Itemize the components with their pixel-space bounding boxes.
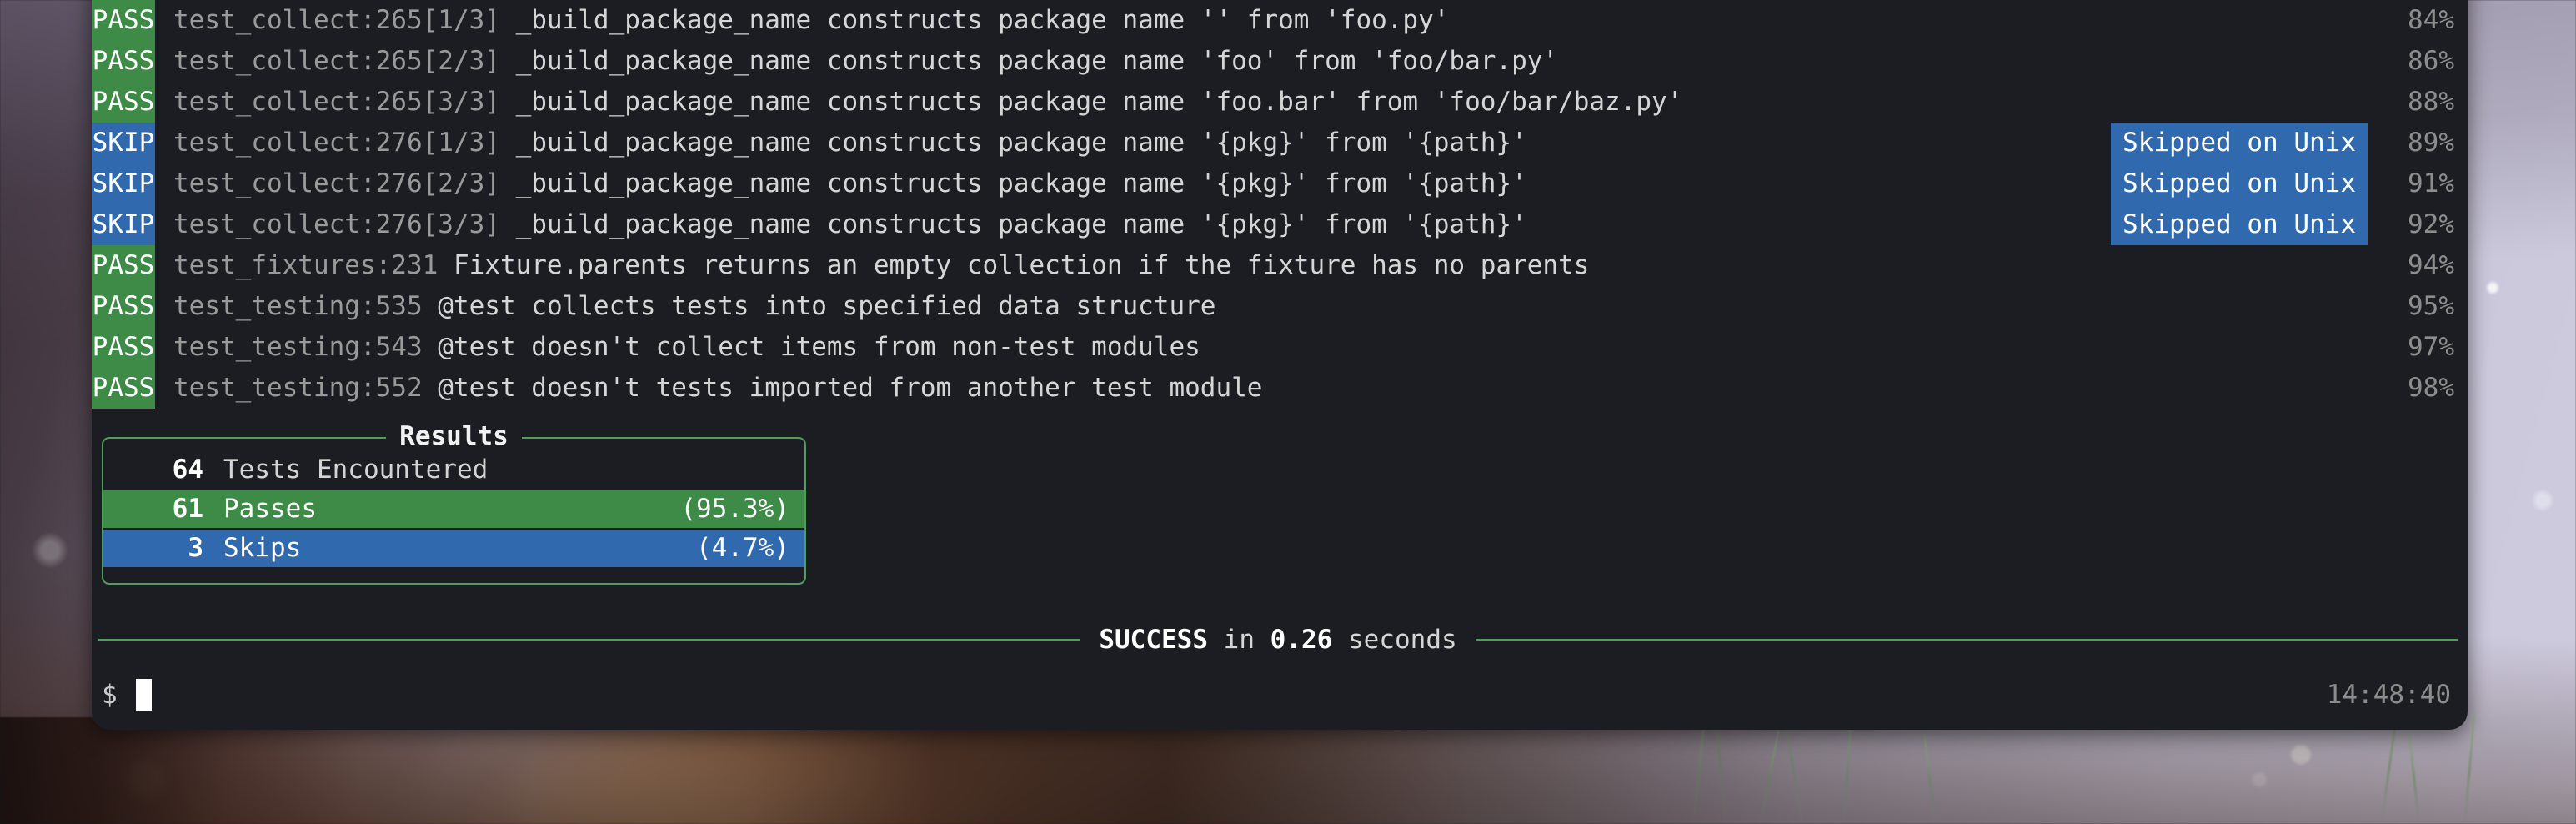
test-identifier: test_collect:276[3/3] (173, 209, 500, 239)
test-identifier: test_testing:552 (173, 373, 423, 403)
progress-percent: 88% (2408, 87, 2454, 117)
table-row: PASS test_testing:535 @test collects test… (92, 286, 2468, 327)
summary-rule-left (98, 639, 1081, 641)
status-badge: PASS (92, 245, 155, 286)
summary-duration: 0.26 (1270, 624, 1333, 655)
test-description: @test collects tests into specified data… (438, 291, 1216, 321)
results-percent: (4.7%) (696, 533, 789, 563)
summary-unit: seconds (1348, 624, 1457, 655)
progress-percent: 91% (2408, 168, 2454, 198)
test-row-text: test_testing:543 @test doesn't collect i… (155, 327, 2468, 368)
table-row: PASS test_collect:265[2/3] _build_package… (92, 41, 2468, 82)
grass-blade (1842, 714, 1853, 824)
grass-blade (1759, 725, 1781, 824)
summary-text: SUCCESS in 0.26 seconds (1080, 620, 1475, 661)
results-label: Skips (223, 533, 302, 563)
table-row: PASS test_fixtures:231 Fixture.parents re… (92, 245, 2468, 286)
test-description: @test doesn't collect items from non-tes… (438, 332, 1200, 362)
test-description: Fixture.parents returns an empty collect… (453, 250, 1590, 280)
grass-blade (1922, 734, 1937, 824)
summary-status: SUCCESS (1099, 624, 1208, 655)
status-badge: PASS (92, 368, 155, 409)
table-row: SKIP test_collect:276[1/3] _build_package… (92, 123, 2468, 163)
test-row-text: test_testing:552 @test doesn't tests imp… (155, 368, 2468, 409)
status-badge: SKIP (92, 204, 155, 245)
table-row: PASS test_collect:265[3/3] _build_package… (92, 82, 2468, 123)
test-description: _build_package_name constructs package n… (515, 128, 1527, 158)
status-badge: PASS (92, 41, 155, 82)
progress-percent: 98% (2408, 373, 2454, 403)
results-row: 64 Tests Encountered (103, 451, 804, 489)
results-panel-title-text: Results (386, 421, 522, 451)
results-panel-box: 64 Tests Encountered 61 Passes (95.3%) 3 Skips… (102, 437, 806, 585)
progress-percent: 89% (2408, 128, 2454, 158)
status-badge: PASS (92, 286, 155, 327)
table-row: PASS test_testing:552 @test doesn't tests… (92, 368, 2468, 409)
test-row-text: test_collect:265[3/3] _build_package_nam… (155, 82, 2468, 123)
progress-percent: 97% (2408, 332, 2454, 362)
results-panel-title: Results (102, 419, 806, 454)
test-result-list: PASS test_collect:265[1/3] _build_package… (92, 0, 2468, 409)
table-row: SKIP test_collect:276[2/3] _build_package… (92, 163, 2468, 204)
table-row: PASS test_testing:543 @test doesn't colle… (92, 327, 2468, 368)
skip-reason-badge: Skipped on Unix (2111, 123, 2368, 163)
summary-rule-right (1475, 639, 2458, 641)
prompt-symbol: $ (102, 679, 118, 710)
status-badge: PASS (92, 327, 155, 368)
progress-percent: 95% (2408, 291, 2454, 321)
summary-connector: in (1223, 624, 1255, 655)
results-panel: Results 64 Tests Encountered 61 Passes (95.3… (102, 421, 806, 585)
skip-reason-badge: Skipped on Unix (2111, 163, 2368, 204)
results-row: 61 Passes (95.3%) (103, 490, 804, 528)
status-badge: PASS (92, 0, 155, 41)
grass-blade (2407, 726, 2420, 824)
results-row-list: 64 Tests Encountered 61 Passes (95.3%) 3 Skips… (103, 451, 804, 567)
test-description: _build_package_name constructs package n… (515, 209, 1527, 239)
status-badge: PASS (92, 82, 155, 123)
clock-readout: 14:48:40 (2326, 679, 2451, 710)
shell-prompt-line[interactable]: $ 14:48:40 (92, 673, 2468, 716)
summary-connector-wrap: in (1208, 625, 1270, 655)
status-badge: SKIP (92, 163, 155, 204)
test-description: @test doesn't tests imported from anothe… (438, 373, 1263, 403)
text-cursor[interactable] (135, 679, 152, 711)
summary-line: SUCCESS in 0.26 seconds (92, 621, 2468, 658)
test-description: _build_package_name constructs package n… (515, 46, 1559, 76)
test-identifier: test_fixtures:231 (173, 250, 439, 280)
progress-percent: 92% (2408, 209, 2454, 239)
test-description: _build_package_name constructs package n… (515, 87, 1683, 117)
results-count: 64 (172, 455, 203, 485)
results-count: 61 (172, 494, 203, 524)
results-count: 3 (188, 533, 203, 563)
results-row: 3 Skips (4.7%) (103, 530, 804, 567)
test-identifier: test_testing:535 (173, 291, 423, 321)
test-identifier: test_testing:543 (173, 332, 423, 362)
progress-percent: 94% (2408, 250, 2454, 280)
test-description: _build_package_name constructs package n… (515, 168, 1527, 198)
results-label: Passes (223, 494, 317, 524)
progress-percent: 86% (2408, 46, 2454, 76)
table-row: SKIP test_collect:276[3/3] _build_package… (92, 204, 2468, 245)
test-identifier: test_collect:265[3/3] (173, 87, 500, 117)
test-row-text: test_collect:265[2/3] _build_package_nam… (155, 41, 2468, 82)
terminal-window[interactable]: PASS test_collect:265[1/3] _build_package… (92, 0, 2468, 730)
test-row-text: test_fixtures:231 Fixture.parents return… (155, 245, 2468, 286)
skip-reason-badge: Skipped on Unix (2111, 204, 2368, 245)
test-row-text: test_collect:265[1/3] _build_package_nam… (155, 0, 2468, 41)
test-row-text: test_testing:535 @test collects tests in… (155, 286, 2468, 327)
results-label: Tests Encountered (223, 455, 489, 485)
progress-percent: 84% (2408, 5, 2454, 35)
results-percent: (95.3%) (680, 494, 789, 524)
status-badge: SKIP (92, 123, 155, 163)
test-description: _build_package_name constructs package n… (515, 5, 1450, 35)
test-identifier: test_collect:276[1/3] (173, 128, 500, 158)
summary-unit-wrap: seconds (1332, 624, 1457, 655)
test-identifier: test_collect:265[1/3] (173, 5, 500, 35)
terminal-output[interactable]: PASS test_collect:265[1/3] _build_package… (92, 0, 2468, 730)
table-row: PASS test_collect:265[1/3] _build_package… (92, 0, 2468, 41)
test-identifier: test_collect:265[2/3] (173, 46, 500, 76)
test-identifier: test_collect:276[2/3] (173, 168, 500, 198)
